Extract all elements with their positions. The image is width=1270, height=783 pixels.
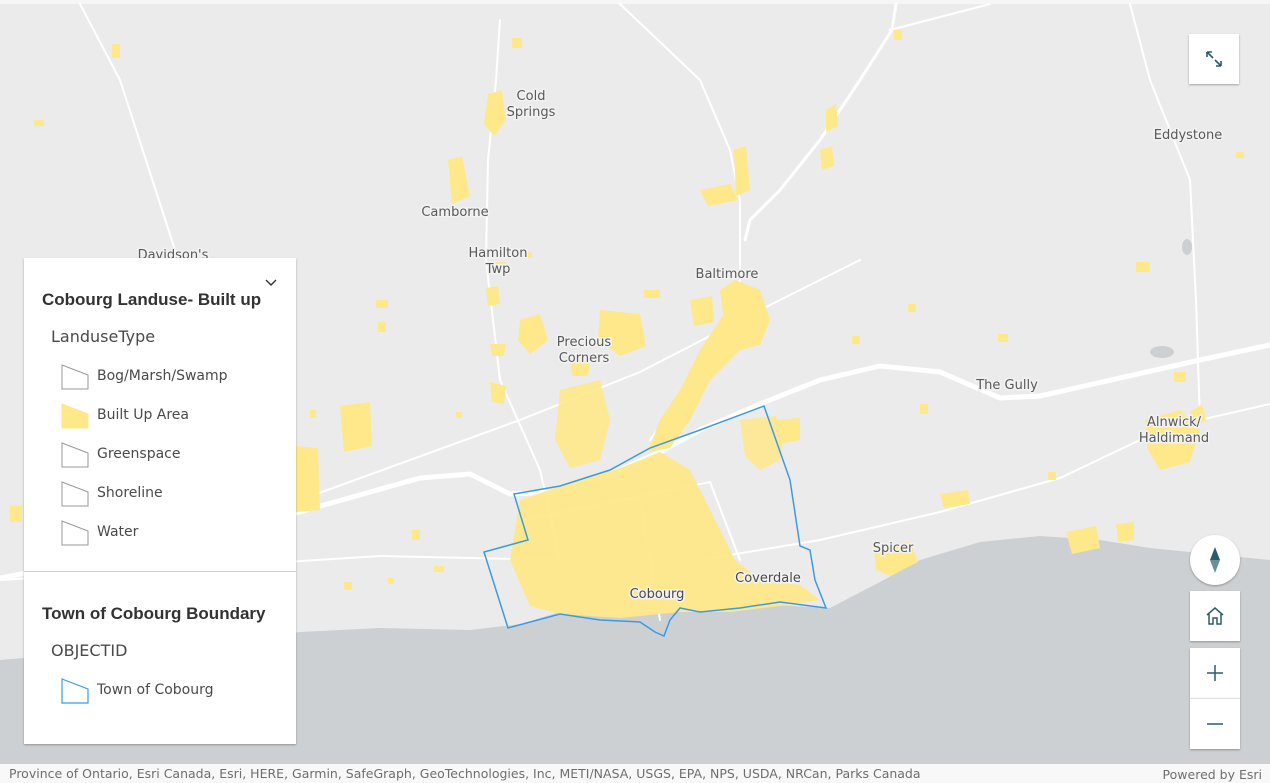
place-label: Corners: [559, 351, 610, 366]
polygon-swatch-icon: [61, 441, 89, 467]
polygon-swatch-icon: [61, 363, 89, 389]
place-label: Twp: [485, 262, 511, 277]
compass-icon: [1210, 547, 1220, 573]
home-icon: [1206, 607, 1224, 625]
place-label: Coverdale: [735, 571, 801, 586]
zoom-in-button[interactable]: [1190, 648, 1240, 698]
legend-item-label: Town of Cobourg: [97, 681, 214, 698]
polygon-swatch-icon: [61, 402, 89, 428]
place-label: Baltimore: [696, 267, 759, 282]
legend-layer-boundary: Town of Cobourg Boundary OBJECTID Town o…: [24, 604, 296, 709]
legend-item-label: Water: [97, 523, 139, 540]
chevron-down-icon[interactable]: [264, 276, 278, 290]
polygon-swatch-icon: [61, 519, 89, 545]
legend-item: Town of Cobourg: [60, 670, 278, 709]
legend-field-name: LanduseType: [51, 327, 156, 346]
legend-item-label: Shoreline: [97, 484, 163, 501]
place-label: Spicer: [873, 541, 914, 556]
powered-by-link[interactable]: Powered by Esri: [1163, 767, 1262, 782]
place-label: Cold: [517, 89, 546, 104]
plus-icon: [1207, 665, 1223, 681]
legend-item: Greenspace: [60, 434, 278, 473]
minus-icon: [1207, 723, 1223, 725]
place-label: Cobourg: [630, 587, 685, 602]
place-label: Precious: [557, 335, 612, 350]
legend-item-label: Bog/Marsh/Swamp: [97, 367, 228, 384]
polygon-swatch-icon: [61, 677, 89, 704]
legend-item-label: Built Up Area: [97, 406, 189, 423]
small-lake: [1182, 239, 1192, 255]
polygon-swatch-icon: [61, 480, 89, 506]
fullscreen-button[interactable]: [1189, 34, 1239, 84]
attribution-text[interactable]: Province of Ontario, Esri Canada, Esri, …: [9, 766, 921, 781]
place-label: Springs: [507, 105, 556, 120]
expand-icon: [1206, 51, 1222, 67]
place-label: The Gully: [975, 378, 1038, 393]
legend-layer-title: Cobourg Landuse- Built up: [42, 290, 262, 309]
top-edge: [0, 0, 1270, 4]
place-label: Haldimand: [1139, 431, 1209, 446]
zoom-out-button[interactable]: [1190, 698, 1240, 749]
legend-panel: Cobourg Landuse- Built up LanduseType Bo…: [24, 258, 296, 744]
place-label: Eddystone: [1154, 128, 1222, 143]
legend-layer-landuse: Cobourg Landuse- Built up LanduseType Bo…: [24, 290, 296, 551]
legend-divider: [24, 571, 296, 572]
legend-item: Built Up Area: [60, 395, 278, 434]
small-lake: [1150, 346, 1174, 358]
home-button[interactable]: [1190, 591, 1240, 641]
place-label: Camborne: [421, 205, 488, 220]
legend-item-label: Greenspace: [97, 445, 181, 462]
place-label: Alnwick/: [1147, 415, 1202, 430]
legend-field-name: OBJECTID: [51, 641, 128, 660]
attribution-bar: Province of Ontario, Esri Canada, Esri, …: [0, 764, 1270, 783]
legend-item: Water: [60, 512, 278, 551]
legend-item: Shoreline: [60, 473, 278, 512]
legend-item: Bog/Marsh/Swamp: [60, 356, 278, 395]
compass-button[interactable]: [1190, 535, 1240, 585]
place-label: Hamilton: [469, 246, 528, 261]
legend-layer-title: Town of Cobourg Boundary: [42, 604, 266, 623]
